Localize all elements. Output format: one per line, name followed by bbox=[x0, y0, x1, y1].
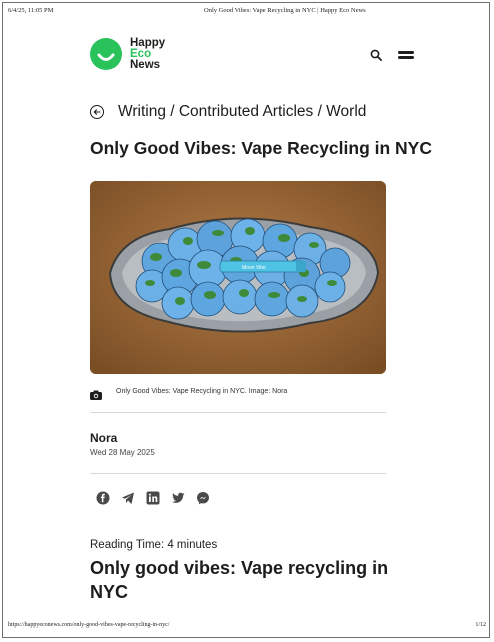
article-heading: Only good vibes: Vape recycling in NYC bbox=[90, 558, 389, 602]
print-url: https://happyeconews.com/only-good-vibes… bbox=[8, 622, 170, 628]
breadcrumb-path[interactable]: Writing / Contributed Articles / World bbox=[118, 103, 366, 121]
print-header: 6/4/25, 11:05 PM Only Good Vibes: Vape R… bbox=[8, 7, 486, 19]
smile-logo-icon bbox=[90, 38, 122, 70]
search-icon[interactable] bbox=[370, 48, 382, 61]
hamburger-menu-icon[interactable] bbox=[398, 51, 414, 59]
linkedin-icon[interactable] bbox=[146, 491, 160, 505]
logo-text: Happy Eco News bbox=[130, 37, 190, 71]
print-title: Only Good Vibes: Vape Recycling in NYC |… bbox=[204, 7, 366, 14]
messenger-icon[interactable] bbox=[196, 491, 210, 505]
divider bbox=[90, 412, 386, 413]
logo-news: News bbox=[130, 59, 161, 71]
reading-time: Reading Time: 4 minutes bbox=[90, 539, 218, 551]
facebook-icon[interactable] bbox=[96, 491, 110, 505]
back-arrow-icon[interactable] bbox=[90, 105, 104, 119]
telegram-icon[interactable] bbox=[121, 491, 135, 505]
hero-image: Moon Vibe bbox=[90, 181, 386, 374]
page-title: Only Good Vibes: Vape Recycling in NYC bbox=[90, 138, 432, 158]
print-datetime: 6/4/25, 11:05 PM bbox=[8, 7, 54, 14]
camera-icon bbox=[90, 387, 102, 400]
twitter-icon[interactable] bbox=[171, 491, 185, 505]
vape-label: Moon Vibe bbox=[242, 265, 266, 271]
author-name[interactable]: Nora bbox=[90, 431, 117, 445]
page-number: 1/12 bbox=[475, 622, 486, 628]
publish-date: Wed 28 May 2025 bbox=[90, 448, 155, 457]
caption-text: Only Good Vibes: Vape Recycling in NYC. … bbox=[116, 388, 288, 395]
print-footer: https://happyeconews.com/only-good-vibes… bbox=[8, 622, 486, 632]
divider bbox=[90, 473, 386, 474]
